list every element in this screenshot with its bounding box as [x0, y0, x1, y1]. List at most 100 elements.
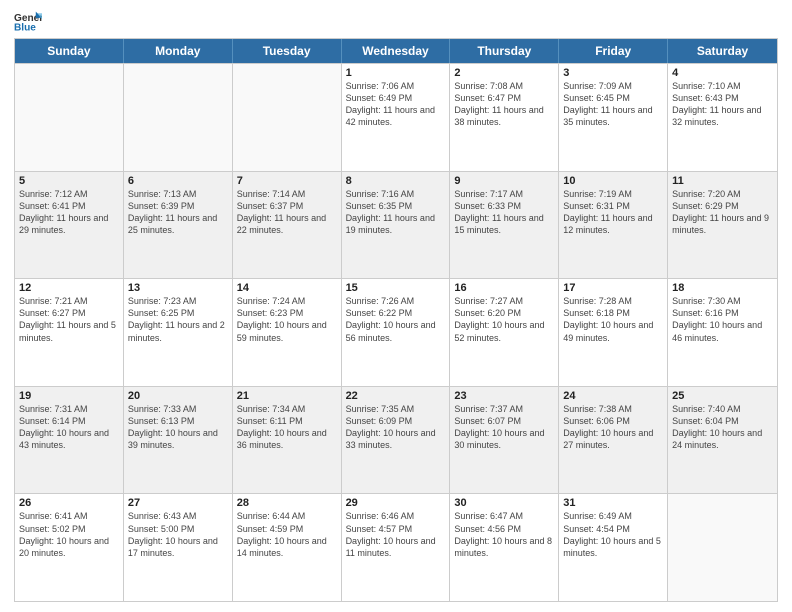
day-info: Sunrise: 6:47 AM Sunset: 4:56 PM Dayligh…: [454, 510, 554, 559]
day-info: Sunrise: 7:34 AM Sunset: 6:11 PM Dayligh…: [237, 403, 337, 452]
day-info: Sunrise: 6:49 AM Sunset: 4:54 PM Dayligh…: [563, 510, 663, 559]
calendar-body: 1Sunrise: 7:06 AM Sunset: 6:49 PM Daylig…: [15, 63, 777, 601]
calendar-cell: 27Sunrise: 6:43 AM Sunset: 5:00 PM Dayli…: [124, 494, 233, 601]
day-info: Sunrise: 7:28 AM Sunset: 6:18 PM Dayligh…: [563, 295, 663, 344]
day-number: 24: [563, 390, 663, 402]
calendar-cell: 29Sunrise: 6:46 AM Sunset: 4:57 PM Dayli…: [342, 494, 451, 601]
calendar-cell: 16Sunrise: 7:27 AM Sunset: 6:20 PM Dayli…: [450, 279, 559, 386]
weekday-header-monday: Monday: [124, 39, 233, 63]
calendar-cell: 1Sunrise: 7:06 AM Sunset: 6:49 PM Daylig…: [342, 64, 451, 171]
calendar-cell: 22Sunrise: 7:35 AM Sunset: 6:09 PM Dayli…: [342, 387, 451, 494]
calendar-cell: 11Sunrise: 7:20 AM Sunset: 6:29 PM Dayli…: [668, 172, 777, 279]
calendar-row-2: 5Sunrise: 7:12 AM Sunset: 6:41 PM Daylig…: [15, 171, 777, 279]
day-number: 28: [237, 497, 337, 509]
day-number: 17: [563, 282, 663, 294]
calendar-cell: 13Sunrise: 7:23 AM Sunset: 6:25 PM Dayli…: [124, 279, 233, 386]
calendar-cell: 3Sunrise: 7:09 AM Sunset: 6:45 PM Daylig…: [559, 64, 668, 171]
day-info: Sunrise: 7:13 AM Sunset: 6:39 PM Dayligh…: [128, 188, 228, 237]
day-number: 14: [237, 282, 337, 294]
day-number: 29: [346, 497, 446, 509]
calendar-cell: 14Sunrise: 7:24 AM Sunset: 6:23 PM Dayli…: [233, 279, 342, 386]
weekday-header-tuesday: Tuesday: [233, 39, 342, 63]
day-info: Sunrise: 6:44 AM Sunset: 4:59 PM Dayligh…: [237, 510, 337, 559]
main-container: General Blue SundayMondayTuesdayWednesda…: [0, 0, 792, 612]
day-info: Sunrise: 7:17 AM Sunset: 6:33 PM Dayligh…: [454, 188, 554, 237]
calendar-cell: [233, 64, 342, 171]
weekday-header-thursday: Thursday: [450, 39, 559, 63]
calendar-cell: 2Sunrise: 7:08 AM Sunset: 6:47 PM Daylig…: [450, 64, 559, 171]
day-number: 16: [454, 282, 554, 294]
calendar-cell: 10Sunrise: 7:19 AM Sunset: 6:31 PM Dayli…: [559, 172, 668, 279]
day-info: Sunrise: 7:27 AM Sunset: 6:20 PM Dayligh…: [454, 295, 554, 344]
day-info: Sunrise: 7:19 AM Sunset: 6:31 PM Dayligh…: [563, 188, 663, 237]
calendar-cell: 20Sunrise: 7:33 AM Sunset: 6:13 PM Dayli…: [124, 387, 233, 494]
calendar-cell: 6Sunrise: 7:13 AM Sunset: 6:39 PM Daylig…: [124, 172, 233, 279]
day-number: 12: [19, 282, 119, 294]
day-info: Sunrise: 6:41 AM Sunset: 5:02 PM Dayligh…: [19, 510, 119, 559]
calendar-row-1: 1Sunrise: 7:06 AM Sunset: 6:49 PM Daylig…: [15, 63, 777, 171]
day-info: Sunrise: 7:14 AM Sunset: 6:37 PM Dayligh…: [237, 188, 337, 237]
day-info: Sunrise: 6:43 AM Sunset: 5:00 PM Dayligh…: [128, 510, 228, 559]
calendar-cell: 8Sunrise: 7:16 AM Sunset: 6:35 PM Daylig…: [342, 172, 451, 279]
day-info: Sunrise: 7:35 AM Sunset: 6:09 PM Dayligh…: [346, 403, 446, 452]
day-info: Sunrise: 7:26 AM Sunset: 6:22 PM Dayligh…: [346, 295, 446, 344]
day-info: Sunrise: 7:20 AM Sunset: 6:29 PM Dayligh…: [672, 188, 773, 237]
day-number: 2: [454, 67, 554, 79]
day-info: Sunrise: 7:16 AM Sunset: 6:35 PM Dayligh…: [346, 188, 446, 237]
day-number: 7: [237, 175, 337, 187]
day-number: 27: [128, 497, 228, 509]
logo: General Blue: [14, 10, 42, 32]
day-number: 21: [237, 390, 337, 402]
header: General Blue: [14, 10, 778, 32]
calendar-cell: [668, 494, 777, 601]
day-number: 25: [672, 390, 773, 402]
day-number: 20: [128, 390, 228, 402]
logo-icon: General Blue: [14, 10, 42, 32]
day-number: 26: [19, 497, 119, 509]
day-info: Sunrise: 7:08 AM Sunset: 6:47 PM Dayligh…: [454, 80, 554, 129]
day-number: 18: [672, 282, 773, 294]
day-info: Sunrise: 7:23 AM Sunset: 6:25 PM Dayligh…: [128, 295, 228, 344]
day-number: 5: [19, 175, 119, 187]
day-number: 11: [672, 175, 773, 187]
day-number: 4: [672, 67, 773, 79]
calendar: SundayMondayTuesdayWednesdayThursdayFrid…: [14, 38, 778, 602]
calendar-cell: 26Sunrise: 6:41 AM Sunset: 5:02 PM Dayli…: [15, 494, 124, 601]
calendar-cell: 25Sunrise: 7:40 AM Sunset: 6:04 PM Dayli…: [668, 387, 777, 494]
calendar-cell: 4Sunrise: 7:10 AM Sunset: 6:43 PM Daylig…: [668, 64, 777, 171]
calendar-cell: 28Sunrise: 6:44 AM Sunset: 4:59 PM Dayli…: [233, 494, 342, 601]
day-number: 23: [454, 390, 554, 402]
day-info: Sunrise: 7:38 AM Sunset: 6:06 PM Dayligh…: [563, 403, 663, 452]
day-number: 6: [128, 175, 228, 187]
day-info: Sunrise: 7:24 AM Sunset: 6:23 PM Dayligh…: [237, 295, 337, 344]
day-number: 9: [454, 175, 554, 187]
day-info: Sunrise: 7:06 AM Sunset: 6:49 PM Dayligh…: [346, 80, 446, 129]
calendar-cell: 9Sunrise: 7:17 AM Sunset: 6:33 PM Daylig…: [450, 172, 559, 279]
calendar-cell: 24Sunrise: 7:38 AM Sunset: 6:06 PM Dayli…: [559, 387, 668, 494]
day-number: 15: [346, 282, 446, 294]
day-info: Sunrise: 7:37 AM Sunset: 6:07 PM Dayligh…: [454, 403, 554, 452]
day-number: 3: [563, 67, 663, 79]
calendar-cell: [15, 64, 124, 171]
calendar-cell: 17Sunrise: 7:28 AM Sunset: 6:18 PM Dayli…: [559, 279, 668, 386]
calendar-cell: 30Sunrise: 6:47 AM Sunset: 4:56 PM Dayli…: [450, 494, 559, 601]
day-number: 8: [346, 175, 446, 187]
day-number: 30: [454, 497, 554, 509]
day-info: Sunrise: 7:40 AM Sunset: 6:04 PM Dayligh…: [672, 403, 773, 452]
day-info: Sunrise: 7:33 AM Sunset: 6:13 PM Dayligh…: [128, 403, 228, 452]
calendar-cell: 21Sunrise: 7:34 AM Sunset: 6:11 PM Dayli…: [233, 387, 342, 494]
calendar-cell: 19Sunrise: 7:31 AM Sunset: 6:14 PM Dayli…: [15, 387, 124, 494]
weekday-header-saturday: Saturday: [668, 39, 777, 63]
calendar-cell: 18Sunrise: 7:30 AM Sunset: 6:16 PM Dayli…: [668, 279, 777, 386]
calendar-row-4: 19Sunrise: 7:31 AM Sunset: 6:14 PM Dayli…: [15, 386, 777, 494]
day-info: Sunrise: 7:31 AM Sunset: 6:14 PM Dayligh…: [19, 403, 119, 452]
day-number: 19: [19, 390, 119, 402]
calendar-row-5: 26Sunrise: 6:41 AM Sunset: 5:02 PM Dayli…: [15, 493, 777, 601]
day-number: 1: [346, 67, 446, 79]
day-info: Sunrise: 7:10 AM Sunset: 6:43 PM Dayligh…: [672, 80, 773, 129]
day-info: Sunrise: 7:12 AM Sunset: 6:41 PM Dayligh…: [19, 188, 119, 237]
day-info: Sunrise: 7:09 AM Sunset: 6:45 PM Dayligh…: [563, 80, 663, 129]
calendar-cell: 5Sunrise: 7:12 AM Sunset: 6:41 PM Daylig…: [15, 172, 124, 279]
calendar-cell: [124, 64, 233, 171]
day-info: Sunrise: 7:21 AM Sunset: 6:27 PM Dayligh…: [19, 295, 119, 344]
